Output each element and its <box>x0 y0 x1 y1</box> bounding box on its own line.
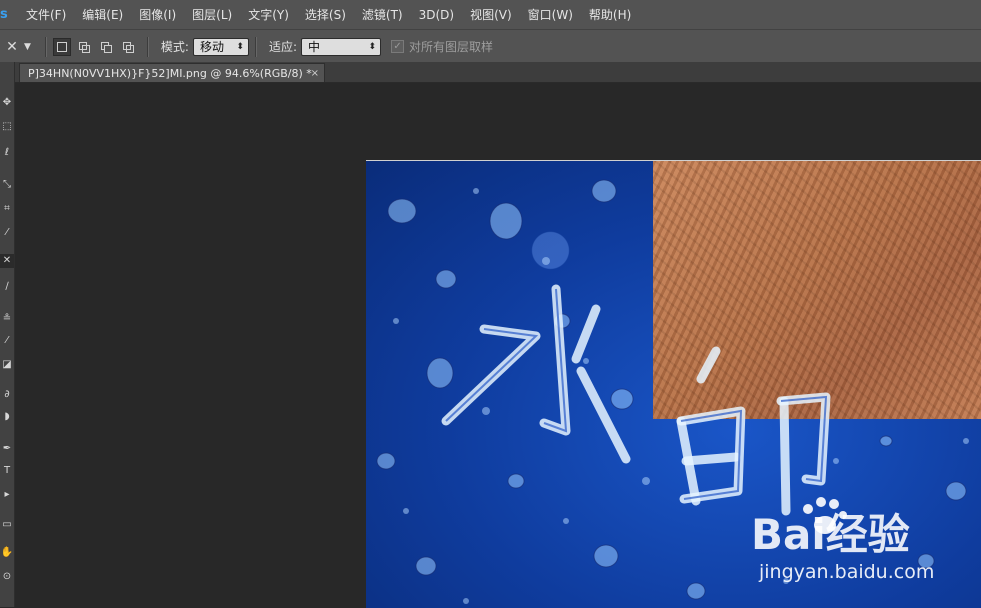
menu-filter[interactable]: 滤镜(T) <box>362 6 403 23</box>
marquee-tool-icon[interactable]: ⬚ <box>0 120 14 134</box>
menu-file[interactable]: 文件(F) <box>26 6 66 23</box>
menu-layer[interactable]: 图层(L) <box>192 6 232 23</box>
mode-select[interactable]: 移动 ⬍ <box>192 37 249 56</box>
pen-tool-icon[interactable]: ✒ <box>0 442 14 456</box>
divider <box>254 36 257 57</box>
hand-tool-icon[interactable]: ✋ <box>0 546 14 560</box>
path-select-tool-icon[interactable]: ▸ <box>0 488 14 502</box>
lasso-tool-icon[interactable]: ℓ <box>0 146 14 160</box>
document-tab-title: P]34HN(N0VV1HX)}F}52]MI.png @ 94.6%(RGB/… <box>28 66 312 80</box>
adapt-select[interactable]: 中 ⬍ <box>301 37 382 56</box>
sample-all-layers-label: 对所有图层取样 <box>409 40 494 54</box>
options-bar: ✕ ▼ 模式: 移动 ⬍ 适应: 中 ⬍ ✓ 对所有图层取样 <box>0 29 981 64</box>
stamp-tool-icon[interactable]: ≗ <box>0 312 14 326</box>
menu-help[interactable]: 帮助(H) <box>589 6 631 23</box>
shape-tool-icon[interactable]: ▭ <box>0 518 14 532</box>
type-tool-icon[interactable]: T <box>0 464 14 478</box>
toolbox: ✥ ⬚ ℓ ⤡ ⌗ ⁄ ✕ ∕ ≗ ⁄ ◪ ∂ ◗ ✒ T ▸ ▭ ✋ ⊙ <box>0 62 15 607</box>
chevron-updown-icon: ⬍ <box>236 41 244 52</box>
tool-preset-dropdown-icon[interactable]: ▼ <box>24 42 31 52</box>
menu-view[interactable]: 视图(V) <box>470 6 512 23</box>
menu-select[interactable]: 选择(S) <box>305 6 346 23</box>
document-tab-strip: P]34HN(N0VV1HX)}F}52]MI.png @ 94.6%(RGB/… <box>15 62 981 83</box>
baidu-jingyan-url: jingyan.baidu.com <box>759 561 935 583</box>
app-logo: s <box>0 7 8 22</box>
move-tool-icon[interactable]: ✥ <box>0 96 14 110</box>
document-tab[interactable]: P]34HN(N0VV1HX)}F}52]MI.png @ 94.6%(RGB/… <box>19 63 325 82</box>
divider <box>44 36 47 57</box>
adapt-label: 适应: <box>268 40 298 54</box>
menu-edit[interactable]: 编辑(E) <box>82 6 123 23</box>
mode-value: 移动 <box>199 40 224 54</box>
crop-tool-icon[interactable]: ⌗ <box>0 202 14 216</box>
eyedropper-tool-icon[interactable]: ⁄ <box>0 226 14 240</box>
quick-select-tool-icon[interactable]: ⤡ <box>0 178 14 192</box>
healing-tool-icon[interactable]: ✕ <box>0 254 14 268</box>
content-aware-move-icon[interactable]: ✕ <box>0 39 24 55</box>
eraser-tool-icon[interactable]: ◪ <box>0 358 14 372</box>
document-image[interactable]: Bai经验 jingyan.baidu.com <box>366 160 981 608</box>
baidu-jingyan-logo-text: Bai经验 <box>751 510 910 559</box>
chevron-updown-icon: ⬍ <box>368 41 377 52</box>
menu-window[interactable]: 窗口(W) <box>528 6 573 23</box>
divider <box>146 36 149 57</box>
new-selection-icon[interactable] <box>52 37 71 56</box>
adapt-value: 中 <box>308 40 321 54</box>
menu-bar: s 文件(F) 编辑(E) 图像(I) 图层(L) 文字(Y) 选择(S) 滤镜… <box>0 0 981 29</box>
menu-image[interactable]: 图像(I) <box>139 6 176 23</box>
zoom-tool-icon[interactable]: ⊙ <box>0 570 14 584</box>
intersect-selection-icon[interactable] <box>119 38 137 56</box>
add-selection-icon[interactable] <box>75 38 93 56</box>
close-icon[interactable]: × <box>311 68 319 79</box>
sample-all-layers-checkbox[interactable]: ✓ <box>391 40 405 53</box>
subtract-selection-icon[interactable] <box>97 38 115 56</box>
menu-type[interactable]: 文字(Y) <box>248 6 289 23</box>
menu-3d[interactable]: 3D(D) <box>419 8 454 22</box>
history-brush-tool-icon[interactable]: ⁄ <box>0 334 14 348</box>
blur-tool-icon[interactable]: ∂ <box>0 388 14 402</box>
dodge-tool-icon[interactable]: ◗ <box>0 410 14 424</box>
mode-label: 模式: <box>160 40 189 54</box>
brush-tool-icon[interactable]: ∕ <box>0 280 14 294</box>
